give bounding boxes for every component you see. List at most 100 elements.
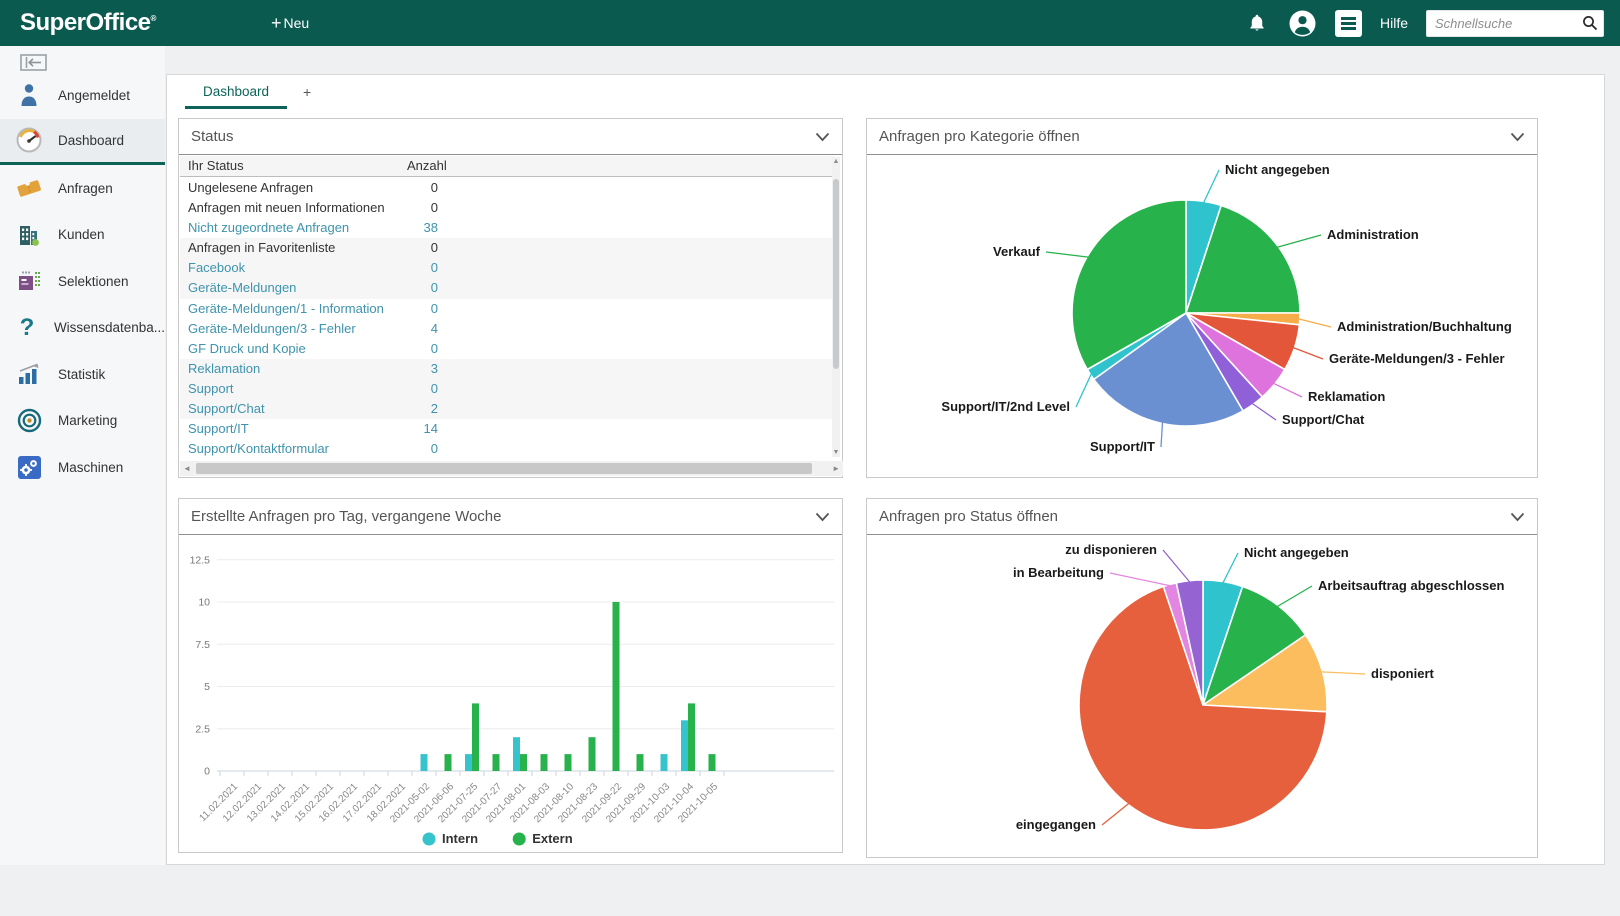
new-button[interactable]: + Neu [271,13,309,34]
footer-strip [0,865,1620,916]
status-row-count: 0 [430,180,438,195]
bar-intern-2021-05-02[interactable] [420,754,428,771]
bar-extern-2021-08-23[interactable] [588,737,596,771]
bar-extern-2021-08-10[interactable] [564,754,572,771]
sidebar-item-wissensdatenba[interactable]: ? Wissensdatenba... [0,305,165,352]
top-bar: SuperOffice® + Neu Hilfe [0,0,1620,46]
scroll-down-arrow-icon[interactable]: ▼ [832,449,840,456]
menu-icon[interactable] [1326,9,1372,37]
status-row-label[interactable]: Geräte-Meldungen/3 - Fehler [188,319,356,339]
bar-extern-2021-10-05[interactable] [708,754,716,771]
status-row-label[interactable]: Support [188,379,234,399]
sidebar-item-marketing[interactable]: Marketing [0,398,165,445]
sidebar-nav: Angemeldet Dashboard Anfragen Kunden Selekti… [0,72,165,491]
status-row-nicht-zugeordnete-anfragen[interactable]: Nicht zugeordnete Anfragen 38 [180,218,835,238]
status-row-support-chat[interactable]: Support/Chat 2 [180,399,835,420]
sidebar-item-angemeldet[interactable]: Angemeldet [0,72,165,119]
status-row-ger-te-meldungen[interactable]: Geräte-Meldungen 0 [180,278,835,299]
status-row-anfragen-mit-neuen-informationen: Anfragen mit neuen Informationen 0 [180,198,835,218]
bar-extern-2021-08-03[interactable] [540,754,548,771]
search-icon[interactable] [1582,15,1598,36]
search-input[interactable] [1426,9,1604,37]
bar-intern-2021-07-25[interactable] [465,754,472,771]
question-icon: ? [19,313,35,341]
bar-extern-2021-06-06[interactable] [444,754,452,771]
sidebar-item-statistik[interactable]: Statistik [0,351,165,398]
status-row-label[interactable]: Nicht zugeordnete Anfragen [188,218,349,238]
sidebar-item-label: Angemeldet [58,87,131,103]
status-row-ger-te-meldungen-3-fehler[interactable]: Geräte-Meldungen/3 - Fehler 4 [180,319,835,339]
pie2-panel-collapse-chevron-icon[interactable] [1510,512,1525,522]
status-vertical-scrollbar[interactable]: ▲ ▼ [832,157,840,457]
add-tab-button[interactable]: + [287,80,327,109]
pie-label-arbeitsauftrag-abgeschlossen: Arbeitsauftrag abgeschlossen [1318,578,1504,593]
sidebar-item-maschinen[interactable]: Maschinen [0,444,165,491]
scroll-left-arrow-icon[interactable]: ◄ [183,464,191,473]
bar-panel-collapse-chevron-icon[interactable] [815,512,830,522]
status-horizontal-scrollbar[interactable]: ◄ ► [180,461,843,476]
status-row-label[interactable]: Support/Chat [188,399,265,419]
status-row-label[interactable]: Geräte-Meldungen/1 - Information [188,299,384,319]
pie-label-administration: Administration [1327,227,1419,242]
bar-extern-2021-09-29[interactable] [636,754,644,771]
legend-label-extern[interactable]: Extern [532,831,573,846]
sidebar-item-label: Kunden [58,227,105,243]
bar-extern-2021-07-27[interactable] [492,754,500,771]
status-row-support-it[interactable]: Support/IT 14 [180,419,835,439]
sidebar-item-selektionen[interactable]: Selektionen [0,258,165,305]
status-row-label[interactable]: GF Druck und Kopie [188,339,306,359]
status-row-label: Ungelesene Anfragen [188,180,314,195]
status-row-reklamation[interactable]: Reklamation 3 [180,358,835,379]
status-row-label[interactable]: Facebook [188,258,245,278]
tab-dashboard[interactable]: Dashboard [185,80,288,109]
status-row-ger-te-meldungen-1-information[interactable]: Geräte-Meldungen/1 - Information 0 [180,299,835,319]
sidebar-item-kunden[interactable]: Kunden [0,212,165,259]
bar-extern-2021-10-04[interactable] [688,703,695,771]
anfragen-pro-kategorie-panel: Anfragen pro Kategorie öffnen Nicht ange… [866,118,1538,478]
anfragen-pro-status-panel: Anfragen pro Status öffnen Nicht angegeb… [866,498,1538,858]
pie1-panel-collapse-chevron-icon[interactable] [1510,132,1525,142]
status-row-label[interactable]: Reklamation [188,359,260,379]
y-axis-tick-label: 2.5 [195,723,210,735]
pie-label-eingegangen: eingegangen [1016,817,1096,832]
status-row-count: 3 [430,360,438,376]
status-row-gf-druck-und-kopie[interactable]: GF Druck und Kopie 0 [180,339,835,359]
status-row-count: 38 [423,220,438,236]
sidebar-item-label: Marketing [58,413,118,429]
sidebar-item-label: Maschinen [58,459,124,475]
status-row-label[interactable]: Support/Kontaktformular [188,439,329,459]
bar-extern-2021-08-01[interactable] [520,754,527,771]
vertical-scroll-thumb[interactable] [833,179,839,369]
column-ihr-status: Ihr Status [188,158,244,173]
status-row-label: Anfragen in Favoritenliste [188,240,336,256]
scroll-right-arrow-icon[interactable]: ► [832,464,840,473]
legend-dot-extern [512,832,526,846]
pie-label-reklamation: Reklamation [1308,389,1385,404]
status-row-count: 0 [430,200,438,216]
notifications-bell-icon[interactable] [1234,12,1280,34]
bar-intern-2021-08-01[interactable] [513,737,520,771]
bar-extern-2021-07-25[interactable] [472,703,479,771]
horizontal-scroll-thumb[interactable] [196,463,812,474]
status-row-support[interactable]: Support 0 [180,378,835,400]
scroll-up-arrow-icon[interactable]: ▲ [832,158,840,165]
status-row-support-kontaktformular[interactable]: Support/Kontaktformular 0 [180,439,835,459]
selection-icon [0,269,58,293]
sidebar-item-anfragen[interactable]: Anfragen [0,165,165,212]
legend-label-intern[interactable]: Intern [442,831,478,846]
pie-label-in-bearbeitung: in Bearbeitung [1013,565,1104,580]
pie-label-ger-te-meldungen-3-fehler: Geräte-Meldungen/3 - Fehler [1329,351,1505,366]
sidebar-item-dashboard[interactable]: Dashboard [0,118,165,165]
bar-extern-2021-09-22[interactable] [612,602,620,771]
user-avatar-icon[interactable] [1280,10,1326,37]
help-link[interactable]: Hilfe [1380,15,1408,31]
status-row-count: 0 [430,300,438,316]
status-panel-collapse-chevron-icon[interactable] [815,132,830,142]
status-row-label[interactable]: Geräte-Meldungen [188,278,296,298]
sidebar: Angemeldet Dashboard Anfragen Kunden Selekti… [0,46,165,916]
bar-intern-2021-10-04[interactable] [681,720,688,771]
status-row-label[interactable]: Support/IT [188,419,249,439]
bar-intern-2021-10-03[interactable] [660,754,668,771]
column-anzahl: Anzahl [407,158,447,173]
status-row-facebook[interactable]: Facebook 0 [180,258,835,279]
